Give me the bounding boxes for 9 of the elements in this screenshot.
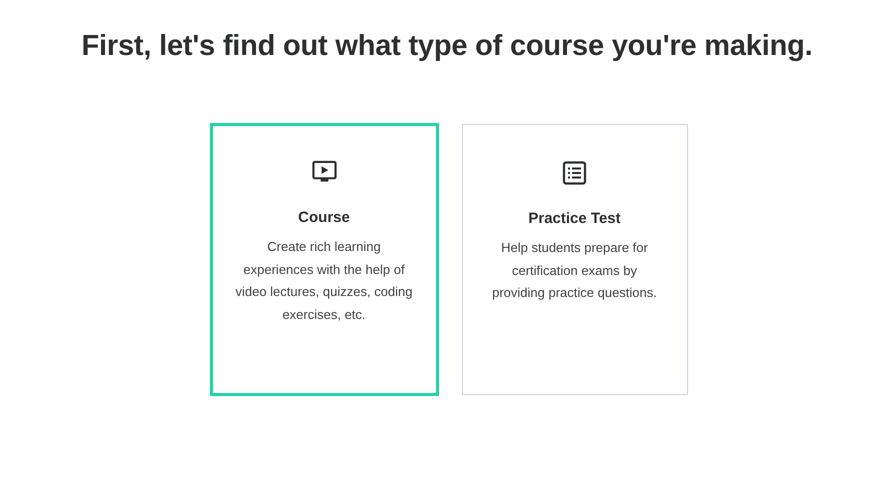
- card-description: Create rich learning experiences with the help of video lectures, quizzes, coding exercises, etc.: [235, 238, 413, 324]
- course-type-card[interactable]: Practice Test Help students prepare for certification exams by providing practice questions.: [462, 124, 688, 395]
- card-title: Course: [298, 209, 350, 226]
- card-title: Practice Test: [528, 210, 621, 227]
- page-heading: First, let's find out what type of course you're making.: [80, 29, 814, 63]
- video-player-icon: [312, 160, 336, 184]
- card-description: Help students prepare for certification exams by providing practice questions.: [492, 239, 657, 302]
- course-type-card[interactable]: Course Create rich learning experiences with the help of video lectures, quizzes, coding exercises, etc.: [210, 123, 438, 396]
- list-icon: [562, 161, 587, 185]
